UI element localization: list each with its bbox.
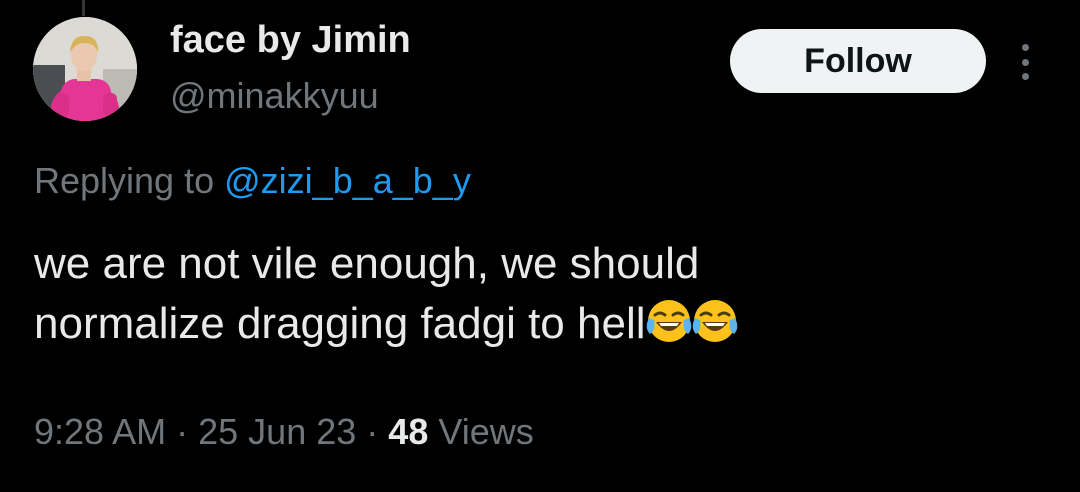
face-with-tears-of-joy-icon	[692, 298, 738, 344]
tweet-metadata: 9:28 AM · 25 Jun 23 · 48 Views	[34, 408, 534, 456]
follow-button[interactable]: Follow	[730, 29, 986, 93]
reply-mention-link[interactable]: @zizi_b_a_b_y	[224, 160, 471, 201]
more-vertical-icon	[1021, 58, 1029, 66]
avatar[interactable]	[33, 17, 137, 121]
author-display-name[interactable]: face by Jimin	[170, 16, 411, 64]
tweet-text-line-1: we are not vile enough, we should	[34, 239, 700, 288]
replying-to: Replying to @zizi_b_a_b_y	[34, 158, 471, 204]
replying-to-label: Replying to	[34, 160, 215, 201]
meta-separator: ·	[176, 411, 189, 452]
thread-connector-line	[82, 0, 85, 16]
tweet-text: we are not vile enough, we should normal…	[34, 234, 1044, 354]
face-with-tears-of-joy-icon	[646, 298, 692, 344]
views-count: 48	[388, 411, 429, 452]
views-stat[interactable]: 48 Views	[388, 411, 533, 452]
more-options-button[interactable]	[1010, 40, 1040, 84]
tweet-text-line-2-text: normalize dragging fadgi to hell	[34, 299, 646, 348]
tweet-text-line-2: normalize dragging fadgi to hell	[34, 294, 1044, 354]
tweet-time[interactable]: 9:28 AM	[34, 411, 166, 452]
more-vertical-icon	[1021, 73, 1029, 80]
views-label: Views	[438, 411, 534, 452]
author-handle[interactable]: @minakkyuu	[170, 74, 379, 118]
tweet-date[interactable]: 25 Jun 23	[198, 411, 356, 452]
profile-photo-icon	[33, 17, 137, 121]
more-vertical-icon	[1021, 44, 1029, 51]
meta-separator: ·	[366, 411, 379, 452]
